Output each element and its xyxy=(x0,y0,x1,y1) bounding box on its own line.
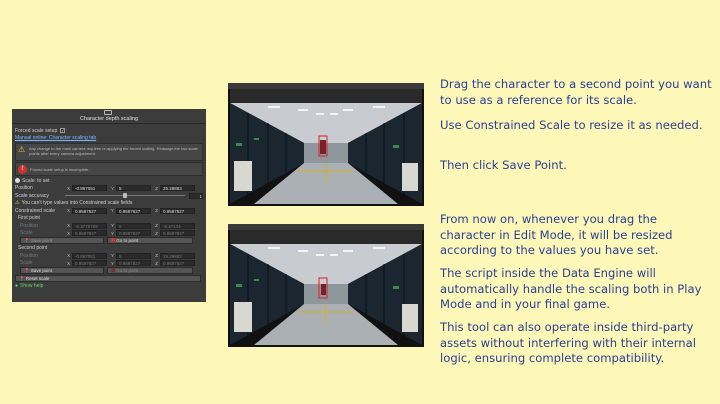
inspector-header: Character depth scaling xyxy=(12,109,206,124)
manual-online-link[interactable]: Manual online: Character scaling tab xyxy=(15,135,96,141)
scale-accuracy-row: Scale accuracy 1 xyxy=(12,192,206,200)
scale-accuracy-slider[interactable] xyxy=(65,193,185,199)
first-point-position-label: Position xyxy=(20,222,38,229)
help-icon: ● xyxy=(15,282,19,289)
second-point-position-z: 25.28883 xyxy=(160,252,195,259)
second-point-scale-z: 0.9587827 xyxy=(160,260,195,267)
first-point-save-button[interactable]: 📍 Save point xyxy=(20,237,104,245)
instruction-paragraph-4: From now on, whenever you drag the chara… xyxy=(440,212,673,258)
constrained-scale-row: Constrained scale X 0.9587827 Y 0.9587827 … xyxy=(12,207,206,215)
goto-icon xyxy=(111,238,115,243)
second-point-goto-button[interactable]: Go to point xyxy=(107,267,193,275)
show-help-link[interactable]: Show help xyxy=(20,283,43,289)
server-room-screenshot-bottom xyxy=(228,224,424,347)
reset-row: 📍 Reset scale xyxy=(12,274,206,283)
server-room-screenshot-top xyxy=(228,83,424,206)
reset-icon: 📍 xyxy=(19,275,25,281)
scale-to-set-row: Scale: to set xyxy=(12,177,206,185)
info-icon xyxy=(15,178,20,184)
position-z-field[interactable]: 25.28883 xyxy=(160,185,195,192)
instruction-paragraph-5: The script inside the Data Engine will a… xyxy=(440,266,702,312)
position-y-field[interactable]: 5 xyxy=(116,185,151,192)
second-point-position-y: 5 xyxy=(116,252,151,259)
instruction-paragraph-3: Then click Save Point. xyxy=(440,158,567,172)
first-point-goto-label: Go to point xyxy=(116,238,139,244)
forced-scale-setup-label: Forced scale setup xyxy=(15,127,58,134)
first-point-goto-button[interactable]: Go to point xyxy=(107,237,193,245)
warning-helpbox: ⚠ Any change to the main camera requires… xyxy=(15,143,203,161)
second-point-position-x: -0.867051 xyxy=(72,252,107,259)
second-point-scale-x: 0.9587827 xyxy=(72,260,107,267)
goto-icon xyxy=(111,268,115,273)
position-label: Position xyxy=(15,185,33,192)
pin-icon: 📍 xyxy=(24,238,30,244)
instruction-paragraph-1: Drag the character to a second point you… xyxy=(440,77,712,107)
second-point-position-row: Position X -0.867051 Y5 Z 25.28883 xyxy=(12,252,206,260)
instruction-paragraph-6: This tool can also operate inside third-… xyxy=(440,320,696,366)
second-point-scale-row: Scale X 0.9587827 Y 0.9587827 Z 0.9587827 xyxy=(12,260,206,268)
second-point-save-label: Save point xyxy=(30,268,53,274)
error-icon: ! xyxy=(18,164,27,174)
second-point-label: Second point xyxy=(18,245,48,252)
first-point-scale-row: Scale X 0.9587827 Y 0.9587827 Z 0.9587827 xyxy=(12,230,206,238)
scale-accuracy-label: Scale accuracy xyxy=(15,192,49,199)
forced-scale-setup-checkbox[interactable]: ✓ xyxy=(60,128,66,134)
warning-text: Any change to the main camera requires r… xyxy=(29,146,198,156)
first-point-save-label: Save point xyxy=(30,238,53,244)
scale-to-set-label: Scale: to set xyxy=(22,177,50,184)
first-point-scale-x: 0.9587827 xyxy=(72,230,107,237)
scale-accuracy-field[interactable]: 1 xyxy=(189,192,203,199)
second-point-goto-label: Go to point xyxy=(116,268,139,274)
constrained-scale-label: Constrained scale xyxy=(15,207,56,214)
position-row: Position X -0.867051 Y5 Z 25.28883 xyxy=(12,185,206,193)
first-point-position-row: Position X -0.3778768 Y5 Z -8.47134 xyxy=(12,222,206,230)
error-helpbox: ! Forced scale setup is incomplete. xyxy=(15,162,203,176)
error-text: Forced scale setup is incomplete. xyxy=(30,166,90,172)
first-point-position-y: 5 xyxy=(116,222,151,229)
slider-knob[interactable] xyxy=(122,193,127,199)
warning-icon: ⚠ xyxy=(18,145,26,154)
first-point-buttons: 📍 Save point Go to point xyxy=(12,237,206,245)
constrained-scale-z-field[interactable]: 0.9587827 xyxy=(160,207,195,214)
first-point-header: First point xyxy=(12,215,206,223)
second-point-scale-y: 0.9587827 xyxy=(116,260,151,267)
second-point-scale-label: Scale xyxy=(20,260,33,267)
manual-link-row: Manual online: Character scaling tab xyxy=(12,135,206,143)
first-point-scale-label: Scale xyxy=(20,230,33,237)
second-point-header: Second point xyxy=(12,245,206,253)
character-depth-scaling-inspector: Character depth scaling Forced scale set… xyxy=(12,109,206,302)
first-point-scale-y: 0.9587827 xyxy=(116,230,151,237)
first-point-scale-z: 0.9587827 xyxy=(160,230,195,237)
second-point-position-label: Position xyxy=(20,252,38,259)
inspector-title: Character depth scaling xyxy=(79,116,139,122)
forced-scale-setup-row: Forced scale setup ✓ xyxy=(12,127,206,135)
second-point-save-button[interactable]: 📍 Save point xyxy=(20,267,104,275)
pin-icon: 📍 xyxy=(24,268,30,274)
constrained-warning-row: ⚠ You can't type values into Constrained… xyxy=(12,200,206,208)
constrained-warning-text: You can't type values into Constrained s… xyxy=(21,200,133,207)
reset-scale-label: Reset scale xyxy=(25,275,50,281)
reset-scale-button[interactable]: 📍 Reset scale xyxy=(15,274,201,282)
component-logo-icon xyxy=(104,110,112,115)
show-help-row: ● Show help xyxy=(12,282,206,290)
constrained-scale-x-field[interactable]: 0.9587827 xyxy=(72,207,107,214)
second-point-buttons: 📍 Save point Go to point xyxy=(12,267,206,275)
position-x-field[interactable]: -0.867051 xyxy=(72,185,107,192)
first-point-position-z: -8.47134 xyxy=(160,222,195,229)
constrained-scale-y-field[interactable]: 0.9587827 xyxy=(116,207,151,214)
small-warning-icon: ⚠ xyxy=(15,200,20,207)
instruction-paragraph-2: Use Constrained Scale to resize it as ne… xyxy=(440,118,703,132)
first-point-position-x: -0.3778768 xyxy=(72,222,107,229)
first-point-label: First point xyxy=(18,215,40,222)
